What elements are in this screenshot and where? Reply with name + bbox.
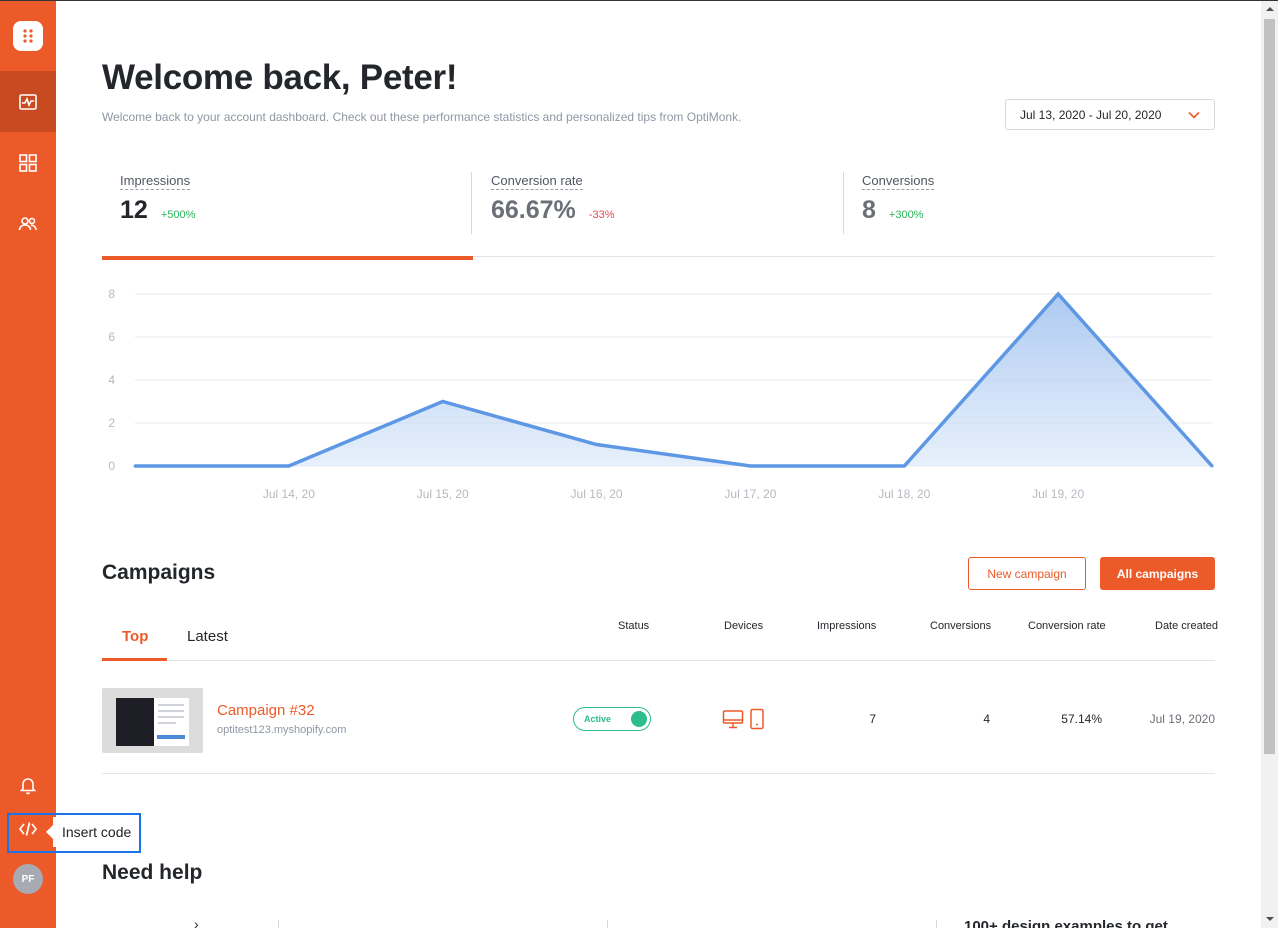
divider (607, 920, 608, 928)
users-icon (18, 216, 37, 230)
stat-label: Conversions (862, 173, 935, 190)
status-toggle[interactable]: Active (573, 707, 651, 731)
sidebar-item-subscribers[interactable] (0, 193, 56, 254)
row-divider (102, 773, 1215, 774)
column-header-impressions[interactable]: Impressions (817, 620, 876, 632)
tab-top[interactable]: Top (122, 628, 148, 645)
stat-change: -33% (588, 209, 615, 221)
campaign-domain: optitest123.myshopify.com (217, 724, 347, 736)
stat-change: +500% (160, 209, 196, 221)
tabs-baseline (102, 660, 1215, 661)
stat-impressions[interactable]: Impressions 12 +500% (120, 172, 195, 234)
avatar[interactable]: PF (13, 864, 43, 894)
x-tick-label: Jul 14, 20 (263, 487, 315, 501)
y-tick-label: 2 (108, 416, 115, 430)
stat-value: 12 (120, 196, 148, 224)
scrollbar[interactable] (1261, 1, 1278, 928)
page-subtitle: Welcome back to your account dashboard. … (102, 110, 742, 124)
data-point[interactable] (441, 400, 445, 403)
campaign-name-link[interactable]: Campaign #32 (217, 702, 315, 719)
x-tick-label: Jul 15, 20 (417, 487, 469, 501)
stat-label: Impressions (120, 173, 191, 190)
impressions-chart: 0 2 4 6 8 Jul 14, 20 Jul 15, 20 Jul 16, 20 Jul 1… (108, 287, 1214, 501)
stat-label: Conversion rate (491, 173, 583, 190)
cell-date-created: Jul 19, 2020 (1149, 712, 1215, 726)
help-title: Need help (102, 861, 203, 884)
chevron-right-icon[interactable]: › (194, 916, 199, 928)
divider (471, 172, 472, 234)
column-header-date-created[interactable]: Date created (1155, 620, 1218, 632)
data-point[interactable] (1210, 464, 1214, 468)
activity-icon (19, 93, 37, 110)
grid-icon (19, 153, 37, 172)
status-label: Active (584, 714, 612, 724)
y-tick-label: 6 (108, 330, 115, 344)
x-tick-label: Jul 18, 20 (878, 487, 930, 501)
scroll-up-icon[interactable] (1266, 7, 1274, 11)
toggle-knob (631, 711, 647, 727)
sidebar: PF (0, 0, 56, 928)
campaign-thumbnail[interactable] (102, 688, 203, 753)
x-tick-label: Jul 17, 20 (724, 487, 776, 501)
sidebar-item-campaigns[interactable] (0, 132, 56, 193)
cell-impressions: 7 (869, 712, 876, 726)
tab-active-indicator (102, 658, 167, 661)
divider (278, 920, 279, 928)
column-header-status: Status (618, 620, 650, 632)
logo-icon[interactable] (13, 21, 43, 51)
divider (843, 172, 844, 234)
divider (936, 920, 937, 928)
column-header-devices: Devices (724, 620, 764, 632)
column-header-conversions[interactable]: Conversions (930, 620, 991, 632)
scroll-down-icon[interactable] (1266, 917, 1274, 921)
new-campaign-button[interactable]: New campaign (968, 557, 1086, 590)
stat-active-indicator (102, 256, 473, 260)
campaigns-title: Campaigns (102, 561, 216, 584)
desktop-icon (722, 710, 744, 729)
tab-latest[interactable]: Latest (187, 628, 228, 645)
bell-icon (19, 777, 37, 794)
y-tick-label: 8 (108, 287, 115, 301)
sidebar-item-dashboard[interactable] (0, 71, 56, 132)
data-point[interactable] (595, 443, 599, 446)
window-top-border (0, 0, 1278, 1)
stat-value: 8 (862, 196, 876, 224)
page-title: Welcome back, Peter! (102, 58, 458, 97)
insert-code-tooltip: Insert code (46, 817, 138, 847)
data-point[interactable] (902, 464, 906, 468)
date-range-picker[interactable]: Jul 13, 2020 - Jul 20, 2020 (1005, 99, 1215, 130)
data-point[interactable] (1056, 292, 1060, 296)
cell-conversions: 4 (983, 712, 990, 726)
chevron-down-icon (1188, 111, 1200, 119)
column-header-conversion-rate[interactable]: Conversion rate (1028, 620, 1106, 632)
data-point[interactable] (748, 464, 752, 468)
stat-value: 66.67% (491, 196, 576, 224)
all-campaigns-button[interactable]: All campaigns (1100, 557, 1215, 590)
x-tick-label: Jul 16, 20 (571, 487, 623, 501)
date-range-value: Jul 13, 2020 - Jul 20, 2020 (1020, 107, 1162, 122)
y-tick-label: 4 (108, 373, 115, 387)
help-card-title[interactable]: 100+ design examples to get (964, 918, 1168, 928)
y-tick-label: 0 (108, 459, 115, 473)
cell-conversion-rate: 57.14% (1061, 712, 1102, 726)
mobile-icon (750, 708, 764, 730)
stat-conversion-rate[interactable]: Conversion rate 66.67% -33% (491, 172, 614, 234)
data-point[interactable] (287, 464, 291, 468)
stat-change: +300% (888, 209, 924, 221)
stat-conversions[interactable]: Conversions 8 +300% (862, 172, 935, 234)
x-tick-label: Jul 19, 20 (1032, 487, 1084, 501)
scroll-thumb[interactable] (1264, 19, 1275, 754)
data-point[interactable] (133, 464, 137, 468)
